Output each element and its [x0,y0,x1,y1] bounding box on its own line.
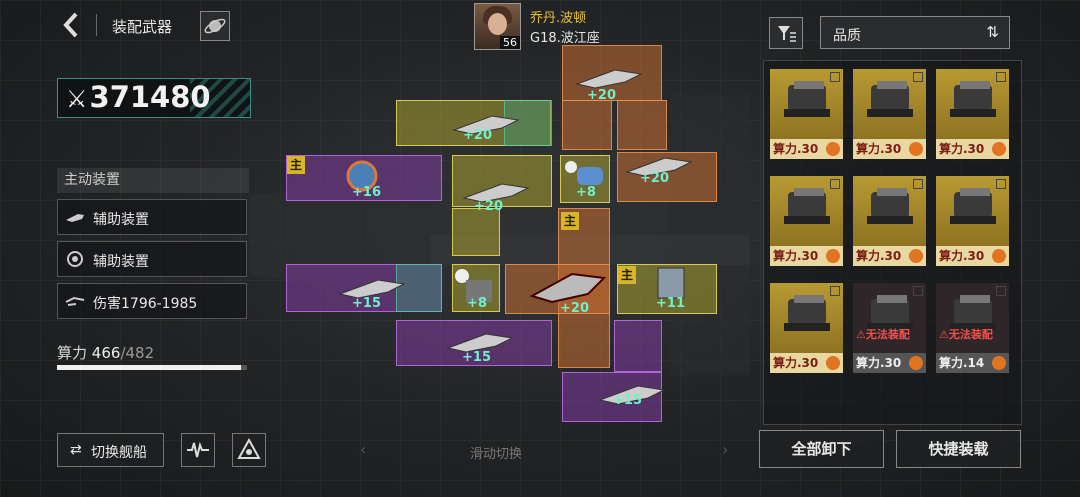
pilot-level: 56 [500,36,520,49]
damage-icon [65,296,85,306]
corner-mark [996,286,1006,296]
swap-icon: ⇄ [70,442,82,458]
weapon-card[interactable]: 算力.30 [936,69,1009,159]
gear-icon [826,142,840,156]
bonus-label: +16 [352,185,381,200]
fleet-icon [237,437,261,459]
slot-row-damage[interactable]: 伤害1796-1985 [57,283,247,319]
gear-icon [992,249,1006,263]
gear-icon [909,356,923,370]
weapon-card[interactable]: 算力.30 [853,176,926,266]
calc-label: 算力 [57,344,88,362]
ship-name: G18.波江座 [530,31,600,46]
sort-dropdown[interactable]: 品质 ⇅ [820,16,1010,49]
active-device-header: 主动装置 [57,168,249,193]
bonus-label: +20 [463,128,492,143]
filter-button[interactable] [769,17,803,49]
waveform-icon [187,441,209,458]
calc-used: 466 [91,344,121,362]
cannon-icon [66,214,84,222]
slide-right-arrow[interactable]: › [722,440,728,459]
unequip-all-button[interactable]: 全部卸下 [759,430,884,468]
bonus-label: +20 [640,171,669,186]
quick-equip-button[interactable]: 快捷装载 [896,430,1021,468]
calc-power: 算力 466/482 [57,342,154,363]
slide-hint: 滑动切换 [470,447,523,462]
bonus-label: +20 [560,301,589,316]
main-tag: 主 [561,212,579,230]
slot-row-assist-1[interactable]: 辅助装置 [57,199,247,235]
corner-mark [913,179,923,189]
cannot-equip-warning: ⚠无法装配 [856,328,910,341]
slot-label: 辅助装置 [93,212,149,228]
bonus-label: +11 [656,296,685,311]
slot-cell-orange[interactable] [562,100,612,150]
calc-max: /482 [120,344,155,362]
slot-label: 伤害1796-1985 [93,296,198,312]
bonus-label: +20 [587,88,616,103]
sort-label: 品质 [833,28,861,44]
gear-icon [992,356,1006,370]
bonus-label: +15 [462,350,491,365]
corner-mark [996,179,1006,189]
gear-icon [826,249,840,263]
weapon-card[interactable]: ⚠无法装配 算力.30 [853,283,926,373]
main-tag: 主 [618,266,636,284]
weapon-card[interactable]: ⚠无法装配 算力.14 [936,283,1009,373]
gear-icon [909,142,923,156]
switch-ship-label: 切换舰船 [91,445,147,461]
gear-icon [67,251,83,267]
weapon-card[interactable]: 算力.30 [853,69,926,159]
bonus-label: +15 [613,393,642,408]
title-divider [96,14,97,36]
weapon-card[interactable]: 算力.30 [770,176,843,266]
bonus-label: +15 [352,296,381,311]
sort-toggle-icon: ⇅ [986,23,999,41]
bonus-label: +8 [467,296,487,311]
planet-icon[interactable] [200,11,230,41]
slot-row-assist-2[interactable]: 辅助装置 [57,241,247,277]
weapon-card[interactable]: 算力.30 [936,176,1009,266]
pilot-name: 乔丹.波顿 [530,11,587,26]
corner-mark [996,72,1006,82]
fleet-button[interactable] [232,433,266,467]
corner-mark [830,286,840,296]
filter-icon [778,26,796,42]
page-title: 装配武器 [112,18,173,36]
corner-mark [830,179,840,189]
bonus-label: +8 [576,185,596,200]
pilot-avatar[interactable]: 56 [474,3,521,50]
cannot-equip-warning: ⚠无法装配 [939,328,993,341]
weapon-card[interactable]: 算力.30 [770,69,843,159]
slot-label: 辅助装置 [93,254,149,270]
calc-progress-bar [57,365,247,370]
waveform-button[interactable] [181,433,215,467]
main-tag: 主 [287,156,305,174]
corner-mark [913,286,923,296]
corner-mark [830,72,840,82]
corner-mark [913,72,923,82]
switch-ship-button[interactable]: ⇄ 切换舰船 [57,433,164,467]
slot-cell-yellow[interactable] [452,208,500,256]
gear-icon [992,142,1006,156]
weapon-card[interactable]: 算力.30 [770,283,843,373]
gear-icon [826,356,840,370]
slide-left-arrow[interactable]: ‹ [360,440,366,459]
gear-icon [909,249,923,263]
power-value: ⚔371480 [66,80,211,114]
back-arrow-icon[interactable] [56,10,84,40]
slot-cell-purple[interactable] [614,320,662,372]
swords-icon: ⚔ [66,85,88,113]
bonus-label: +20 [474,199,503,214]
calc-progress-fill [57,365,241,370]
slot-cell-orange[interactable] [617,100,667,150]
